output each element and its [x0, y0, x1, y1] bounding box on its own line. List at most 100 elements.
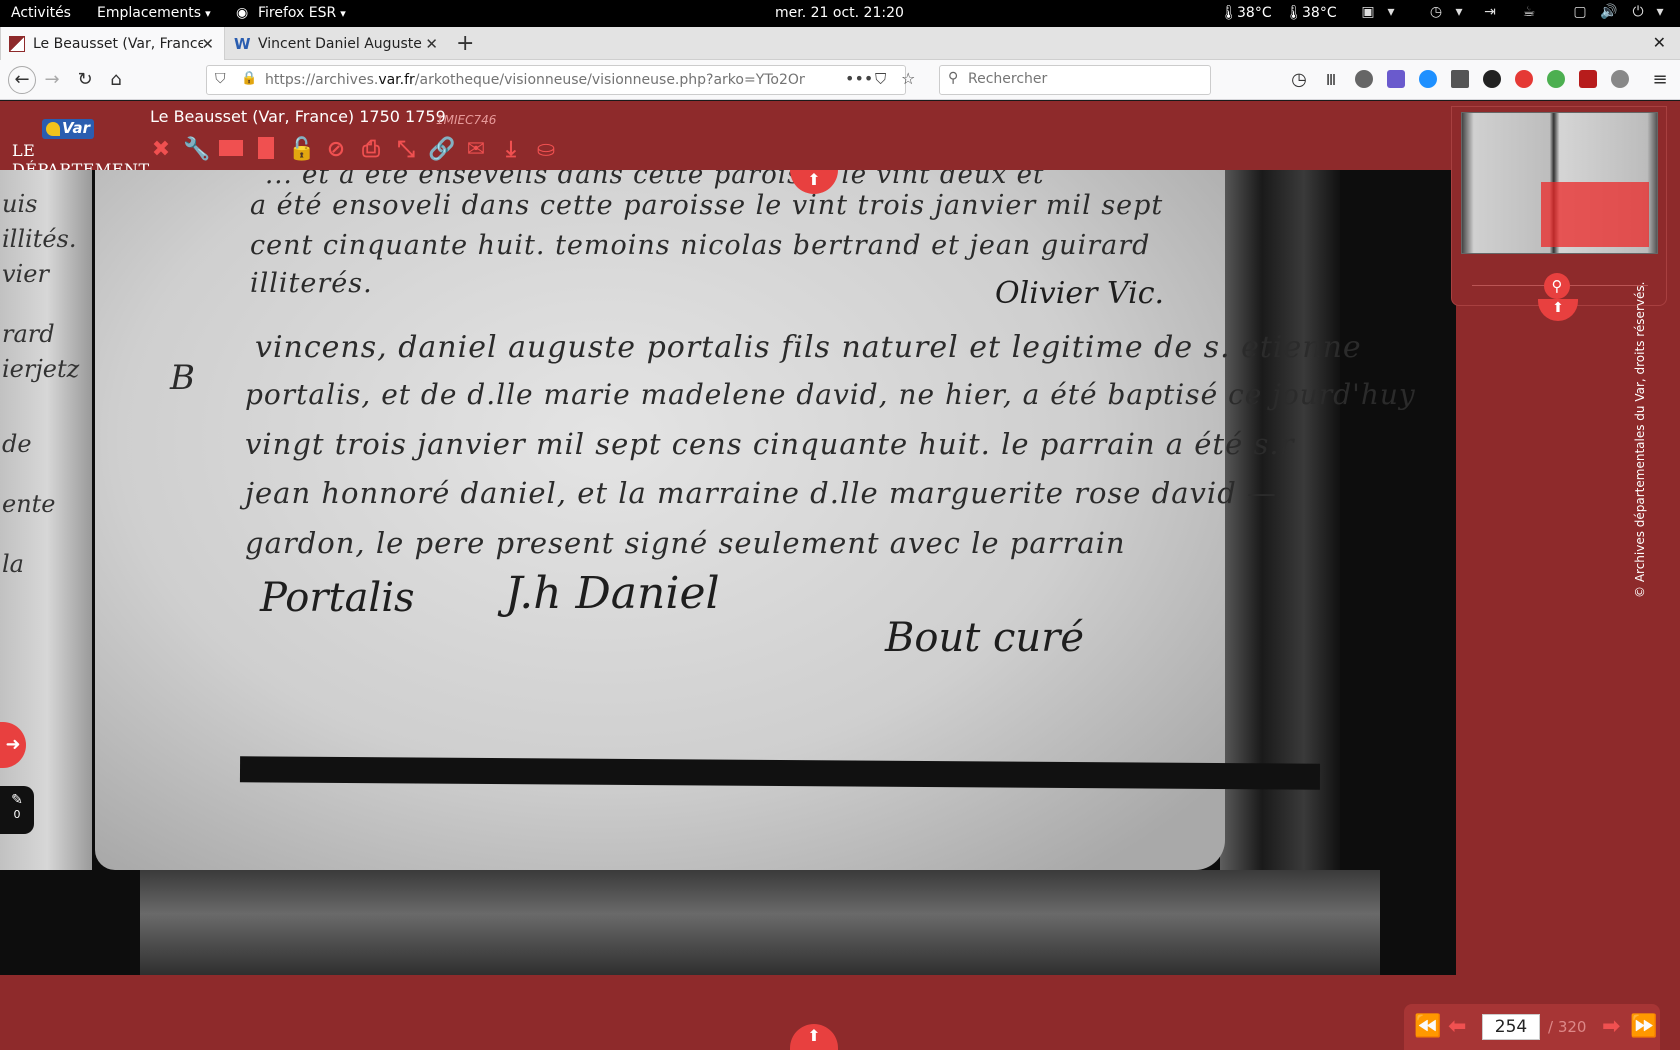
temperature-1: 38°C	[1237, 5, 1272, 21]
home-button[interactable]: ⌂	[104, 68, 128, 92]
activities-button[interactable]: Activités	[11, 5, 71, 21]
lock-icon[interactable]: 🔓	[288, 137, 315, 163]
annotation-tool[interactable]: ✎ 0	[0, 786, 34, 834]
full-width-icon[interactable]	[218, 137, 244, 163]
chevron-down-icon[interactable]: ▾	[1652, 4, 1668, 20]
mail-icon[interactable]: ✉	[463, 137, 489, 163]
text-line: a été ensoveli dans cette paroisse le vi…	[250, 190, 1164, 221]
new-tab-button[interactable]: +	[456, 31, 474, 56]
basket-icon[interactable]: ⛀	[533, 137, 559, 163]
tab-archives[interactable]: Le Beausset (Var, France) ✕	[0, 27, 225, 60]
margin-text: rard	[2, 320, 55, 348]
close-icon[interactable]: ✖	[148, 137, 174, 163]
forbidden-icon[interactable]: ⊘	[323, 137, 349, 163]
overview-navigator[interactable]: ⚲ ⬆	[1451, 106, 1667, 321]
next-page-icon[interactable]: ➡	[1602, 1014, 1620, 1039]
signature: Portalis	[260, 575, 415, 621]
search-bar[interactable]: ⚲	[939, 65, 1211, 95]
signature: Bout curé	[885, 615, 1084, 661]
departement-var-logo[interactable]: Var LE DÉPARTEMENT	[10, 119, 149, 179]
text-line: portalis, et de d.lle marie madelene dav…	[245, 378, 1416, 411]
tab-wikipedia[interactable]: W Vincent Daniel Auguste P ✕	[226, 27, 448, 60]
margin-text: illités.	[2, 225, 77, 253]
document-viewport[interactable]: ... et a été ensevelis dans cette parois…	[0, 170, 1456, 975]
last-page-icon[interactable]: ⏩	[1630, 1014, 1657, 1039]
coffee-icon[interactable]: ☕	[1521, 4, 1537, 20]
text-line: jean honnoré daniel, et la marraine d.ll…	[245, 476, 1277, 510]
extension-icon-5[interactable]	[1483, 70, 1501, 88]
thermometer-icon: 🌡	[1220, 5, 1238, 21]
margin-mark: B	[170, 358, 196, 398]
places-menu[interactable]: Emplacements	[97, 5, 211, 21]
chevron-down-icon[interactable]: ▾	[1383, 4, 1399, 20]
text-line: illiterés.	[250, 268, 373, 299]
page-actions-icon[interactable]: •••	[845, 69, 873, 88]
margin-text: uis	[2, 190, 38, 218]
ublock-icon[interactable]	[1579, 70, 1597, 88]
first-page-icon[interactable]: ⏪	[1414, 1014, 1441, 1039]
document-code: 1MIEC746	[436, 113, 497, 127]
forward-button[interactable]: →	[40, 68, 64, 92]
search-icon: ⚲	[948, 70, 959, 86]
timer-icon[interactable]: ◷	[1428, 4, 1444, 20]
page-navigator: ⏪ ⬅ / 320 ➡ ⏩	[1404, 1004, 1660, 1050]
margin-text: la	[2, 550, 24, 578]
tab-strip: Le Beausset (Var, France) ✕ W Vincent Da…	[0, 27, 1680, 60]
history-icon[interactable]: ◷	[1287, 68, 1311, 92]
pencil-icon: ✎	[11, 792, 23, 808]
eyedropper-icon[interactable]	[1387, 70, 1405, 88]
reader-icon[interactable]	[1451, 70, 1469, 88]
clock[interactable]: mer. 21 oct. 21:20	[775, 5, 904, 21]
extension-icon-1[interactable]	[1355, 70, 1373, 88]
library-icon[interactable]: Ⅲ	[1319, 68, 1343, 92]
full-height-icon[interactable]	[253, 137, 279, 163]
menu-icon[interactable]: ≡	[1648, 68, 1672, 92]
print-icon[interactable]: ⎙	[358, 137, 384, 163]
volume-icon[interactable]: 🔊	[1600, 4, 1617, 20]
shield-icon[interactable]: ⛉	[215, 71, 226, 87]
extension-icon-3[interactable]	[1419, 70, 1437, 88]
pocket-icon[interactable]: ⛉	[875, 70, 886, 88]
lock-icon[interactable]: 🔒	[241, 71, 257, 86]
text-line: ... et a été ensevelis dans cette parois…	[265, 170, 1045, 190]
extension-icon-6[interactable]	[1515, 70, 1533, 88]
text-line: gardon, le pere present signé seulement …	[245, 526, 1126, 560]
resize-icon[interactable]: ⤡	[393, 137, 419, 163]
close-tab-icon[interactable]: ✕	[425, 35, 438, 53]
archives-favicon	[9, 35, 25, 52]
search-input[interactable]	[968, 71, 1198, 87]
account-icon[interactable]	[1611, 70, 1629, 88]
app-menu[interactable]: Firefox ESR	[258, 5, 346, 21]
page-underside	[140, 870, 1380, 975]
power-icon[interactable]: ⏻	[1630, 4, 1646, 20]
extension-icon-7[interactable]	[1547, 70, 1565, 88]
signature: J.h Daniel	[505, 568, 720, 619]
overview-viewport-indicator[interactable]	[1541, 182, 1649, 247]
margin-text: ente	[2, 490, 56, 518]
download-icon[interactable]: ⤓	[498, 137, 524, 163]
page-number-input[interactable]	[1482, 1014, 1540, 1040]
reload-button[interactable]: ↻	[73, 68, 97, 92]
chevron-down-icon[interactable]: ▾	[1451, 4, 1467, 20]
margin-text: vier	[2, 260, 49, 288]
system-top-bar: Activités Emplacements ◉ Firefox ESR mer…	[0, 0, 1680, 27]
window-icon[interactable]: ▢	[1572, 4, 1588, 20]
zoom-icon[interactable]: ⚲	[1544, 273, 1570, 299]
wrench-icon[interactable]: 🔧	[183, 137, 210, 163]
back-button[interactable]: ←	[8, 66, 36, 94]
link-icon[interactable]: 🔗	[428, 137, 455, 163]
margin-text: de	[2, 430, 32, 458]
previous-page-icon[interactable]: ⬅	[1448, 1014, 1466, 1039]
close-window-icon[interactable]: ✕	[1653, 33, 1666, 52]
tab-title: Vincent Daniel Auguste P	[258, 35, 423, 52]
signature: Olivier Vic.	[995, 276, 1165, 311]
clipboard-icon[interactable]: ▣	[1360, 4, 1376, 20]
firefox-app-icon: ◉	[236, 5, 249, 21]
text-line: vingt trois janvier mil sept cens cinqua…	[245, 427, 1295, 461]
url-bar[interactable]: ⛉ 🔒 https://archives.var.fr/arkotheque/v…	[206, 65, 915, 95]
url-text[interactable]: https://archives.var.fr/arkotheque/visio…	[265, 72, 805, 88]
bookmark-star-icon[interactable]: ☆	[901, 69, 915, 88]
close-tab-icon[interactable]: ✕	[201, 35, 214, 53]
annotation-count: 0	[13, 808, 21, 821]
logout-icon[interactable]: ⇥	[1482, 4, 1498, 20]
